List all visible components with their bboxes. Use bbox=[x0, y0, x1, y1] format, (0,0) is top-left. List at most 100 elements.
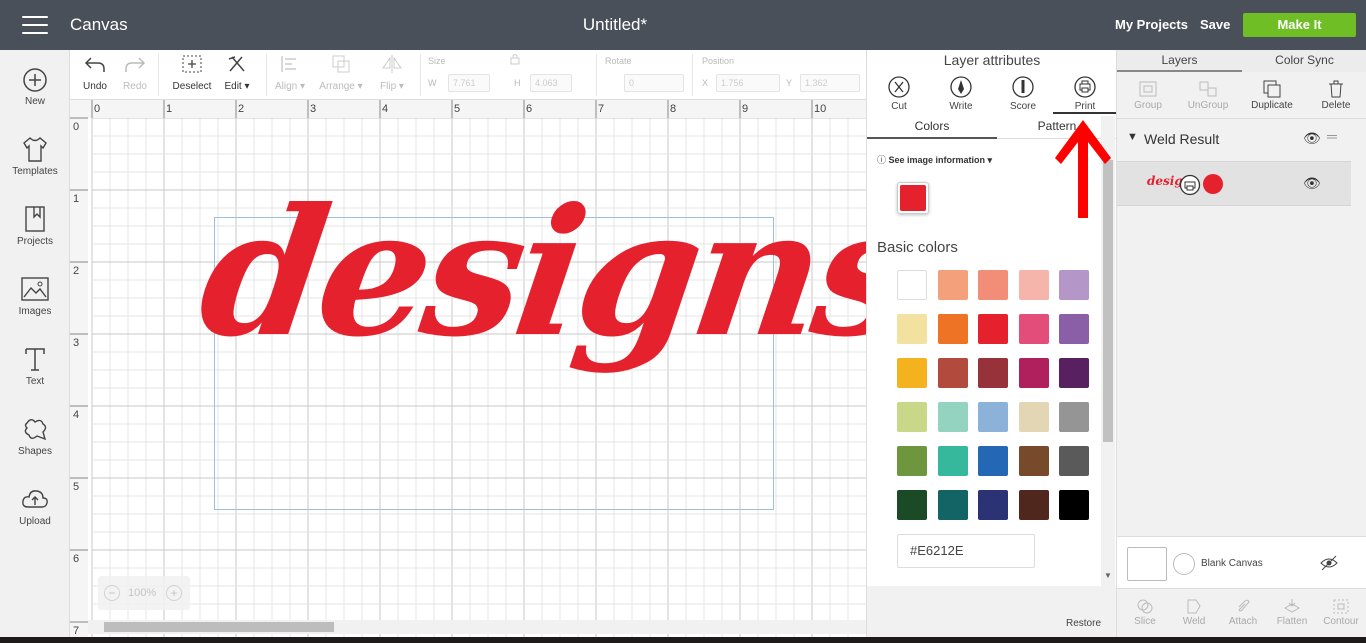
restore-button[interactable]: Restore bbox=[1066, 618, 1101, 629]
align-menu-button[interactable]: Align ▾ bbox=[272, 53, 308, 92]
score-tool[interactable]: Score bbox=[1007, 76, 1039, 112]
zoom-out-button[interactable]: − bbox=[104, 585, 120, 601]
group-icon bbox=[1139, 81, 1157, 97]
color-swatch[interactable] bbox=[937, 446, 968, 476]
flip-menu-button[interactable]: Flip ▾ bbox=[372, 53, 412, 92]
horizontal-scrollbar[interactable] bbox=[88, 620, 866, 634]
size-label: Size bbox=[428, 56, 446, 66]
save-button[interactable]: Save bbox=[1200, 17, 1230, 32]
color-swatch[interactable] bbox=[937, 270, 968, 300]
layer-row[interactable]: designs 👁 bbox=[1117, 161, 1351, 206]
color-swatch[interactable] bbox=[897, 446, 927, 476]
tab-colors[interactable]: Colors bbox=[867, 116, 997, 139]
color-swatch[interactable] bbox=[897, 270, 927, 300]
color-swatch[interactable] bbox=[937, 358, 968, 388]
rotate-field[interactable]: 0 bbox=[624, 74, 684, 92]
canvas-color-dot[interactable] bbox=[1173, 553, 1195, 575]
align-icon bbox=[281, 56, 296, 72]
ungroup-button[interactable]: UnGroup bbox=[1183, 79, 1233, 111]
collapse-caret-icon[interactable]: ▼ bbox=[1127, 131, 1138, 143]
duplicate-button[interactable]: Duplicate bbox=[1243, 79, 1301, 111]
current-color-swatch[interactable] bbox=[897, 182, 929, 214]
tab-layers[interactable]: Layers bbox=[1117, 50, 1242, 72]
redo-button[interactable]: Redo bbox=[120, 53, 150, 92]
bookmark-icon bbox=[25, 206, 45, 232]
flip-label: Flip bbox=[380, 81, 397, 92]
color-swatch[interactable] bbox=[937, 314, 968, 344]
color-swatch[interactable] bbox=[1018, 446, 1049, 476]
color-swatch[interactable] bbox=[1018, 402, 1049, 432]
image-icon bbox=[21, 277, 49, 301]
undo-button[interactable]: Undo bbox=[80, 53, 110, 92]
color-swatch[interactable] bbox=[978, 314, 1008, 344]
color-swatch[interactable] bbox=[1018, 270, 1049, 300]
sidebar-item-new[interactable]: New bbox=[0, 67, 70, 107]
color-swatch[interactable] bbox=[1059, 446, 1089, 476]
height-field[interactable]: 4.063 bbox=[530, 74, 572, 92]
sidebar-item-upload[interactable]: Upload bbox=[0, 485, 70, 527]
scroll-down-arrow-icon[interactable]: ▼ bbox=[1104, 571, 1112, 580]
color-swatch[interactable] bbox=[1059, 270, 1089, 300]
color-swatch[interactable] bbox=[1059, 314, 1089, 344]
hex-color-input[interactable]: #E6212E bbox=[897, 534, 1035, 568]
hidden-eye-icon[interactable] bbox=[1319, 555, 1339, 571]
x-position-field[interactable]: 1.756 bbox=[716, 74, 780, 92]
color-swatch[interactable] bbox=[937, 402, 968, 432]
color-swatch[interactable] bbox=[978, 270, 1008, 300]
color-swatch[interactable] bbox=[1018, 314, 1049, 344]
write-tool[interactable]: Write bbox=[945, 76, 977, 112]
color-swatch[interactable] bbox=[897, 314, 927, 344]
arrange-menu-button[interactable]: Arrange ▾ bbox=[316, 53, 366, 92]
sidebar-item-shapes[interactable]: Shapes bbox=[0, 415, 70, 457]
color-swatch[interactable] bbox=[897, 358, 927, 388]
lock-icon[interactable] bbox=[508, 52, 522, 66]
drag-handle-icon[interactable]: ═ bbox=[1327, 128, 1337, 144]
left-sidebar: New Templates Projects Images Text Shape… bbox=[0, 50, 70, 643]
sidebar-item-projects[interactable]: Projects bbox=[0, 205, 70, 247]
scrollbar-thumb[interactable] bbox=[104, 622, 334, 632]
design-canvas[interactable]: 0 1 2 3 4 5 6 7 8 9 10 0 1 2 3 4 5 6 7 designs − 100% + bbox=[70, 100, 866, 643]
attach-button[interactable]: Attach bbox=[1221, 597, 1265, 627]
undo-icon bbox=[84, 57, 105, 72]
y-position-field[interactable]: 1.362 bbox=[800, 74, 860, 92]
slice-button[interactable]: Slice bbox=[1123, 597, 1167, 627]
color-swatch[interactable] bbox=[978, 490, 1008, 520]
color-swatch[interactable] bbox=[978, 446, 1008, 476]
delete-button[interactable]: Delete bbox=[1311, 79, 1361, 111]
color-swatch[interactable] bbox=[1018, 358, 1049, 388]
color-swatch[interactable] bbox=[897, 402, 927, 432]
print-tool[interactable]: Print bbox=[1069, 76, 1101, 112]
designs-text-layer[interactable]: designs bbox=[190, 171, 866, 376]
color-swatch[interactable] bbox=[1059, 490, 1089, 520]
color-swatch[interactable] bbox=[897, 490, 927, 520]
contour-button[interactable]: Contour bbox=[1319, 597, 1363, 627]
edit-menu-button[interactable]: Edit ▾ bbox=[220, 53, 254, 92]
color-swatch[interactable] bbox=[978, 402, 1008, 432]
width-field[interactable]: 7.761 bbox=[448, 74, 490, 92]
group-button[interactable]: Group bbox=[1123, 79, 1173, 111]
eye-icon[interactable]: 👁 bbox=[1303, 175, 1321, 192]
sidebar-item-templates[interactable]: Templates bbox=[0, 135, 70, 177]
eye-icon[interactable]: 👁 bbox=[1303, 130, 1321, 147]
zoom-in-button[interactable]: + bbox=[166, 585, 182, 601]
weld-button[interactable]: Weld bbox=[1172, 597, 1216, 627]
flatten-button[interactable]: Flatten bbox=[1270, 597, 1314, 627]
tab-color-sync[interactable]: Color Sync bbox=[1242, 50, 1366, 72]
color-swatch[interactable] bbox=[978, 358, 1008, 388]
layer-color-dot[interactable] bbox=[1203, 174, 1223, 194]
color-swatch[interactable] bbox=[1059, 402, 1089, 432]
see-image-info-dropdown[interactable]: ⓘ See image information ▾ bbox=[877, 153, 992, 166]
attach-label: Attach bbox=[1228, 616, 1258, 627]
color-swatch[interactable] bbox=[1018, 490, 1049, 520]
deselect-button[interactable]: Deselect bbox=[170, 53, 214, 92]
weld-result-group-row[interactable]: ▼ Weld Result 👁 ═ bbox=[1117, 126, 1351, 156]
color-swatch[interactable] bbox=[937, 490, 968, 520]
color-swatch[interactable] bbox=[1059, 358, 1089, 388]
blank-canvas-swatch[interactable] bbox=[1127, 547, 1167, 581]
cut-tool[interactable]: Cut bbox=[883, 76, 915, 112]
ruler-tick-label: 3 bbox=[73, 337, 79, 349]
sidebar-item-images[interactable]: Images bbox=[0, 275, 70, 317]
my-projects-link[interactable]: My Projects bbox=[1115, 17, 1188, 32]
sidebar-item-text[interactable]: Text bbox=[0, 345, 70, 387]
make-it-button[interactable]: Make It bbox=[1243, 13, 1356, 37]
